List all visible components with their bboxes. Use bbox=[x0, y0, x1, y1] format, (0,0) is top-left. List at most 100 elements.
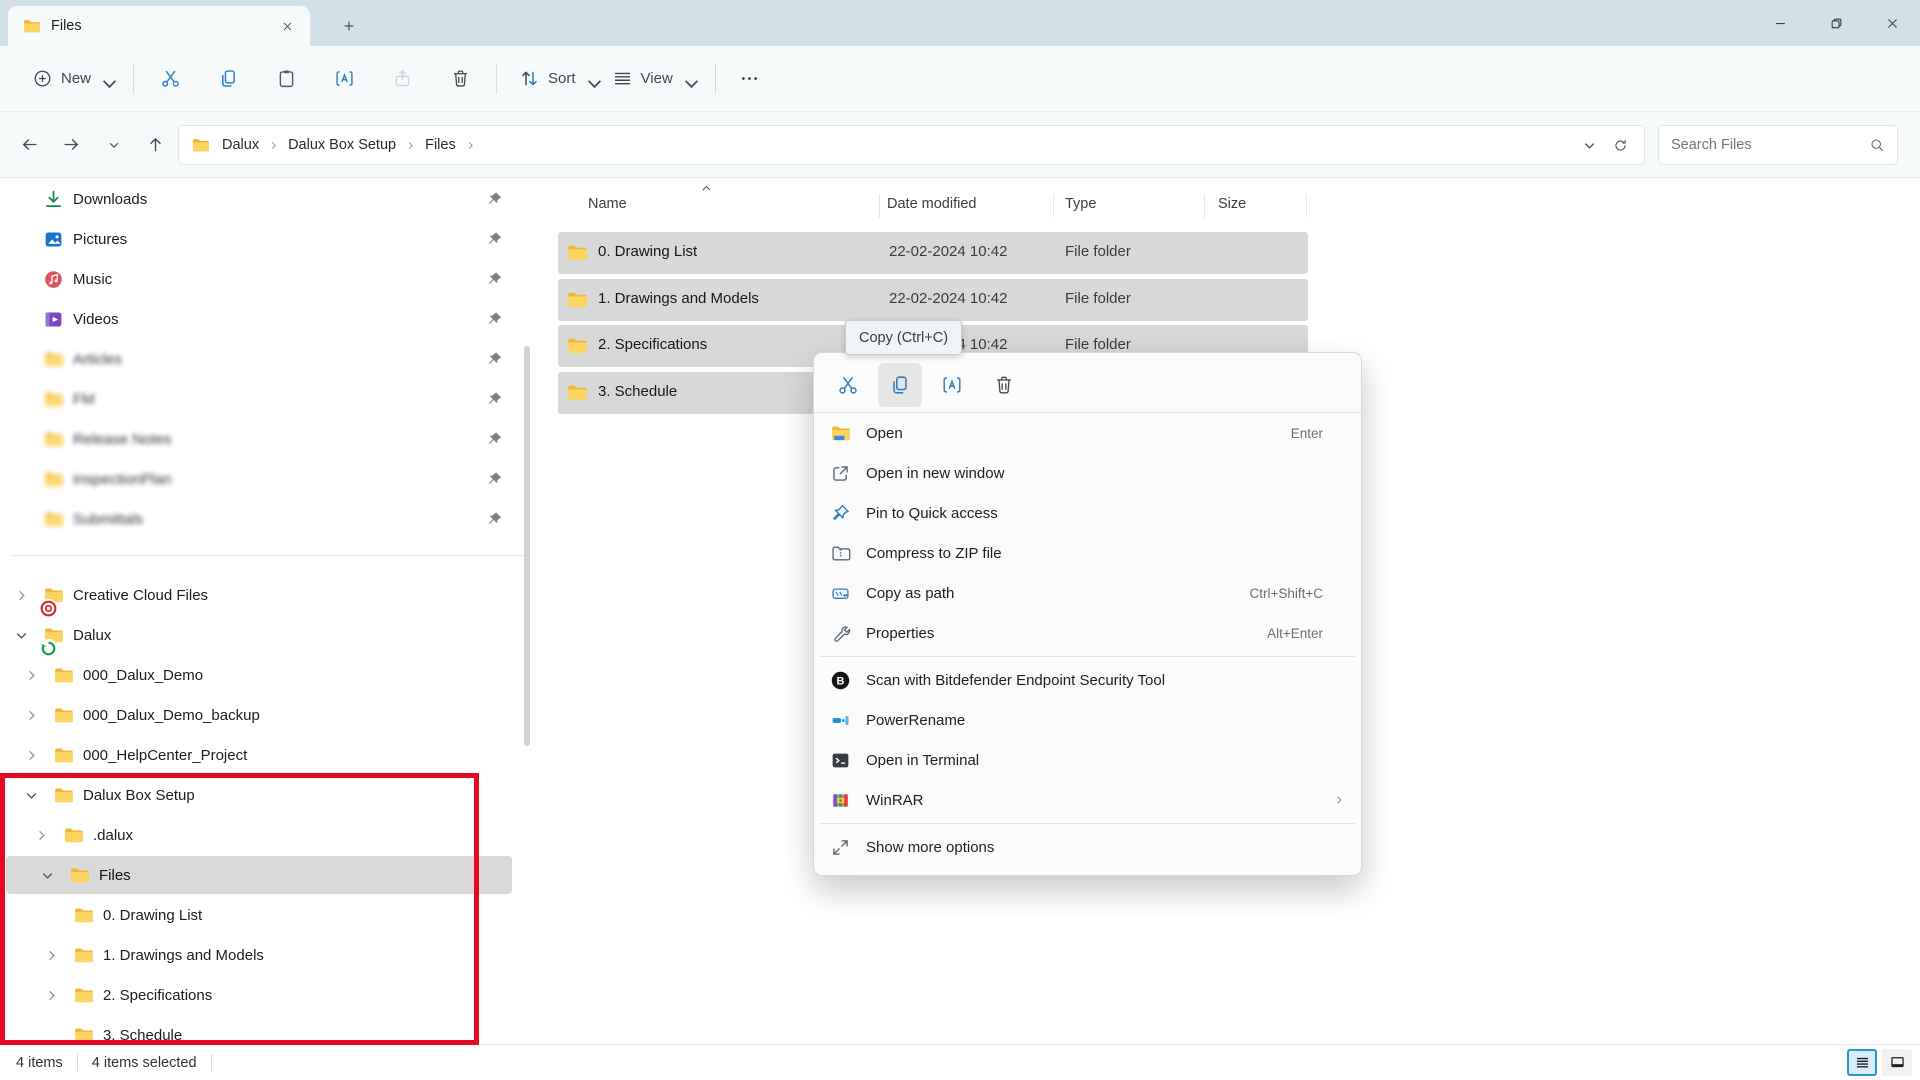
sort-button[interactable]: Sort bbox=[511, 59, 604, 99]
cut-quick-button[interactable] bbox=[826, 363, 870, 407]
tree-chevron-icon[interactable] bbox=[14, 311, 38, 327]
new-tab-button[interactable] bbox=[336, 13, 362, 39]
menu-item-properties[interactable]: Properties Alt+Enter bbox=[814, 613, 1361, 653]
tree-chevron-icon[interactable] bbox=[14, 231, 38, 247]
tree-chevron-icon[interactable] bbox=[14, 271, 38, 287]
more-options-button[interactable] bbox=[730, 59, 770, 99]
tree-item-dalux-box-setup[interactable]: Dalux Box Setup bbox=[0, 776, 540, 814]
tree-item--dalux[interactable]: .dalux bbox=[0, 816, 540, 854]
sidebar-item-release-notes[interactable]: Release Notes bbox=[0, 420, 540, 458]
tree-chevron-icon[interactable] bbox=[14, 391, 38, 407]
tree-chevron-icon[interactable] bbox=[24, 667, 48, 683]
menu-item-copy-as-path[interactable]: Copy as path Ctrl+Shift+C bbox=[814, 573, 1361, 613]
tree-chevron-icon[interactable] bbox=[24, 707, 48, 723]
menu-item-winrar[interactable]: WinRAR bbox=[814, 780, 1361, 820]
tree-chevron-icon[interactable] bbox=[14, 627, 38, 643]
tree-chevron-icon[interactable] bbox=[40, 867, 64, 883]
column-header-name[interactable]: Name bbox=[588, 196, 627, 212]
address-bar[interactable]: Dalux Dalux Box Setup Files bbox=[178, 125, 1645, 165]
explorer-tab[interactable]: Files bbox=[8, 6, 310, 46]
close-button[interactable] bbox=[1864, 0, 1920, 46]
restore-button[interactable] bbox=[1808, 0, 1864, 46]
sidebar-item-music[interactable]: Music bbox=[0, 260, 540, 298]
column-header-date-modified[interactable]: Date modified bbox=[887, 196, 976, 212]
chevron-down-icon bbox=[107, 138, 119, 150]
column-divider[interactable] bbox=[1204, 194, 1205, 218]
tree-item-000-helpcenter-project[interactable]: 000_HelpCenter_Project bbox=[0, 736, 540, 774]
column-divider[interactable] bbox=[879, 194, 880, 218]
address-dropdown-icon[interactable] bbox=[1582, 138, 1597, 153]
tree-item-000-dalux-demo-backup[interactable]: 000_Dalux_Demo_backup bbox=[0, 696, 540, 734]
tree-chevron-icon[interactable] bbox=[44, 907, 68, 923]
tree-chevron-icon[interactable] bbox=[14, 471, 38, 487]
back-button[interactable] bbox=[10, 125, 48, 163]
tree-item-files[interactable]: Files bbox=[6, 856, 512, 894]
column-divider[interactable] bbox=[1053, 194, 1054, 218]
tree-chevron-icon[interactable] bbox=[14, 511, 38, 527]
tree-chevron-icon[interactable] bbox=[14, 191, 38, 207]
delete-button[interactable] bbox=[438, 59, 482, 99]
column-header-size[interactable]: Size bbox=[1218, 196, 1246, 212]
breadcrumb-segment[interactable]: Files bbox=[417, 132, 464, 158]
menu-item-compress-to-zip-file[interactable]: Compress to ZIP file bbox=[814, 533, 1361, 573]
search-input[interactable]: Search Files bbox=[1658, 125, 1898, 165]
breadcrumb-segment[interactable]: Dalux bbox=[214, 132, 267, 158]
forward-button[interactable] bbox=[52, 125, 90, 163]
view-button[interactable]: View bbox=[604, 59, 701, 99]
tree-chevron-icon[interactable] bbox=[44, 1027, 68, 1043]
tab-close-icon[interactable] bbox=[274, 13, 300, 39]
menu-item-show-more-options[interactable]: Show more options bbox=[814, 827, 1361, 867]
tree-item-1-drawings-and-models[interactable]: 1. Drawings and Models bbox=[0, 936, 540, 974]
tree-chevron-icon[interactable] bbox=[14, 351, 38, 367]
tree-chevron-icon[interactable] bbox=[24, 747, 48, 763]
tree-chevron-icon[interactable] bbox=[14, 587, 38, 603]
sidebar-scrollbar[interactable] bbox=[524, 346, 530, 746]
pin-icon bbox=[487, 351, 503, 367]
file-row[interactable]: 0. Drawing List 22-02-2024 10:42 File fo… bbox=[558, 232, 1308, 274]
sidebar-item-pictures[interactable]: Pictures bbox=[0, 220, 540, 258]
refresh-icon[interactable] bbox=[1613, 138, 1628, 153]
up-button[interactable] bbox=[136, 125, 174, 163]
share-button[interactable] bbox=[380, 59, 424, 99]
file-row[interactable]: 1. Drawings and Models 22-02-2024 10:42 … bbox=[558, 279, 1308, 321]
details-view-button[interactable] bbox=[1847, 1049, 1877, 1076]
tree-item-000-dalux-demo[interactable]: 000_Dalux_Demo bbox=[0, 656, 540, 694]
rename-button[interactable] bbox=[322, 59, 366, 99]
sidebar-item-inspectionplan[interactable]: InspectionPlan bbox=[0, 460, 540, 498]
paste-button[interactable] bbox=[264, 59, 308, 99]
sidebar-item-fm[interactable]: FM bbox=[0, 380, 540, 418]
menu-item-open-in-new-window[interactable]: Open in new window bbox=[814, 453, 1361, 493]
tree-chevron-icon[interactable] bbox=[44, 947, 68, 963]
menu-item-powerrename[interactable]: PowerRename bbox=[814, 700, 1361, 740]
tree-item-creative-cloud-files[interactable]: Creative Cloud Files bbox=[0, 576, 540, 614]
menu-item-pin-to-quick-access[interactable]: Pin to Quick access bbox=[814, 493, 1361, 533]
tree-item-0-drawing-list[interactable]: 0. Drawing List bbox=[0, 896, 540, 934]
menu-item-scan-with-bitdefender-endpoint-security-[interactable]: B Scan with Bitdefender Endpoint Securit… bbox=[814, 660, 1361, 700]
tree-chevron-icon[interactable] bbox=[34, 827, 58, 843]
delete-quick-button[interactable] bbox=[982, 363, 1026, 407]
sidebar-item-submittals[interactable]: Submittals bbox=[0, 500, 540, 538]
tree-item-dalux[interactable]: Dalux bbox=[0, 616, 540, 654]
toolbar-divider bbox=[496, 64, 497, 94]
column-header-type[interactable]: Type bbox=[1065, 196, 1096, 212]
breadcrumb-segment[interactable]: Dalux Box Setup bbox=[280, 132, 404, 158]
sidebar-item-articles[interactable]: Articles bbox=[0, 340, 540, 378]
tree-chevron-icon[interactable] bbox=[24, 787, 48, 803]
tree-chevron-icon[interactable] bbox=[14, 431, 38, 447]
copy-quick-button[interactable] bbox=[878, 363, 922, 407]
tree-item-3-schedule[interactable]: 3. Schedule bbox=[0, 1016, 540, 1044]
rename-quick-button[interactable] bbox=[930, 363, 974, 407]
copy-button[interactable] bbox=[206, 59, 250, 99]
sidebar-item-videos[interactable]: Videos bbox=[0, 300, 540, 338]
sidebar-item-downloads[interactable]: Downloads bbox=[0, 180, 540, 218]
large-icons-view-button[interactable] bbox=[1882, 1049, 1912, 1076]
tree-chevron-icon[interactable] bbox=[44, 987, 68, 1003]
menu-item-open[interactable]: Open Enter bbox=[814, 413, 1361, 453]
tree-item-2-specifications[interactable]: 2. Specifications bbox=[0, 976, 540, 1014]
minimize-button[interactable] bbox=[1752, 0, 1808, 46]
cut-button[interactable] bbox=[148, 59, 192, 99]
new-button[interactable]: New bbox=[24, 59, 119, 99]
recent-locations-button[interactable] bbox=[94, 125, 132, 163]
menu-item-open-in-terminal[interactable]: Open in Terminal bbox=[814, 740, 1361, 780]
column-divider[interactable] bbox=[1306, 194, 1307, 218]
